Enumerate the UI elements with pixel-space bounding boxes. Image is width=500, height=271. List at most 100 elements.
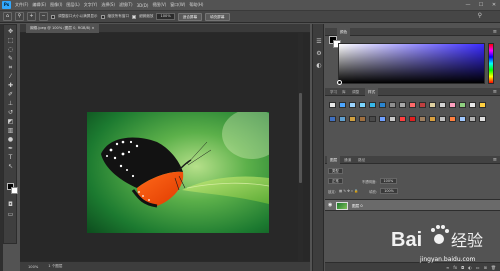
fit-screen-button[interactable]: 适合屏幕 [177, 12, 203, 21]
hue-slider[interactable] [488, 43, 494, 84]
layer-thumbnail[interactable] [336, 202, 348, 210]
search-icon[interactable]: ⚲ [478, 12, 482, 19]
tab-styles[interactable]: 样式 [365, 88, 379, 96]
menu-item-file[interactable]: 文件(F) [13, 2, 30, 8]
menu-item-edit[interactable]: 编辑(E) [30, 2, 48, 8]
quick-select-tool-icon[interactable]: ✎ [6, 54, 15, 63]
style-swatch[interactable] [409, 116, 416, 122]
style-swatch[interactable] [399, 102, 406, 108]
fill-field[interactable]: 100% [380, 188, 398, 194]
style-swatch[interactable] [419, 102, 426, 108]
layer-name[interactable]: 图层 0 [352, 202, 363, 210]
history-panel-icon[interactable]: ☰ [315, 38, 323, 46]
eyedropper-tool-icon[interactable]: ⁄ [6, 72, 15, 81]
style-swatch[interactable] [449, 116, 456, 122]
zoom-tool-icon[interactable]: ⚲ [15, 12, 24, 21]
layer-row[interactable]: ◉ 图层 0 [325, 199, 500, 211]
screen-mode-icon[interactable]: ▭ [6, 210, 15, 219]
style-swatch[interactable] [359, 116, 366, 122]
menu-item-help[interactable]: 帮助(H) [187, 2, 205, 8]
fill-screen-button[interactable]: 填充屏幕 [205, 12, 230, 21]
properties-panel-icon[interactable]: ⚙ [315, 50, 323, 58]
style-swatch[interactable] [369, 116, 376, 122]
style-swatch[interactable] [369, 102, 376, 108]
style-swatch[interactable] [349, 116, 356, 122]
menu-item-window[interactable]: 窗口(W) [168, 2, 187, 8]
color-picker-cursor[interactable] [337, 80, 342, 85]
style-swatch[interactable] [449, 102, 456, 108]
scrubby-zoom-checkbox[interactable] [132, 14, 137, 19]
zoom-out-icon[interactable]: − [39, 12, 48, 21]
lasso-tool-icon[interactable]: ◌ [6, 45, 15, 54]
status-zoom[interactable]: 100% [28, 265, 38, 269]
tab-color[interactable]: 颜色 [337, 28, 351, 36]
zoom-all-windows-checkbox[interactable] [100, 14, 105, 19]
blur-tool-icon[interactable]: ● [6, 135, 15, 144]
style-swatch[interactable] [339, 102, 346, 108]
layer-kind-filter[interactable]: 类型 [328, 168, 343, 174]
style-swatch[interactable] [469, 116, 476, 122]
tab-paths[interactable]: 路径 [355, 156, 368, 164]
eraser-tool-icon[interactable]: ◩ [6, 117, 15, 126]
menu-item-layer[interactable]: 图层(L) [64, 2, 81, 8]
style-swatch[interactable] [459, 116, 466, 122]
style-swatch[interactable] [439, 102, 446, 108]
pen-tool-icon[interactable]: ✒ [6, 144, 15, 153]
history-brush-icon[interactable]: ↺ [6, 108, 15, 117]
style-swatch[interactable] [389, 102, 396, 108]
color-picker-field[interactable] [337, 43, 485, 85]
style-swatch[interactable] [419, 116, 426, 122]
clone-stamp-icon[interactable]: ⊥ [6, 99, 15, 108]
style-swatch[interactable] [479, 116, 486, 122]
style-swatch[interactable] [339, 116, 346, 122]
zoom-in-icon[interactable]: + [27, 12, 36, 21]
menu-item-image[interactable]: 图像(I) [48, 2, 64, 8]
style-swatch[interactable] [349, 102, 356, 108]
styles-menu-icon[interactable]: ≡ [493, 88, 497, 96]
menu-item-filter[interactable]: 滤镜(T) [117, 2, 135, 8]
style-swatch[interactable] [469, 102, 476, 108]
tab-libraries[interactable]: 库 [339, 88, 349, 96]
vertical-scrollbar[interactable] [298, 33, 303, 261]
maximize-button[interactable]: ☐ [475, 0, 487, 10]
healing-brush-icon[interactable]: ✚ [6, 81, 15, 90]
crop-tool-icon[interactable]: ⌗ [6, 63, 15, 72]
background-color-swatch[interactable] [11, 187, 18, 194]
layers-menu-icon[interactable]: ≡ [493, 156, 497, 164]
canvas-image[interactable] [87, 112, 269, 233]
panel-menu-icon[interactable]: ≡ [493, 28, 497, 36]
gradient-tool-icon[interactable]: ▥ [6, 126, 15, 135]
tab-adjustments[interactable]: 调整 [349, 88, 362, 96]
document-tab[interactable]: 蝴蝶.jpeg @ 100% (图层 0, RGB/8) × [26, 24, 99, 33]
menu-item-type[interactable]: 文字(Y) [82, 2, 100, 8]
style-swatch[interactable] [409, 102, 416, 108]
marquee-tool-icon[interactable]: ⬚ [6, 36, 15, 45]
close-button[interactable]: ✕ [488, 0, 500, 10]
menu-item-3d[interactable]: 3D(D) [135, 3, 151, 8]
path-select-icon[interactable]: ↖ [6, 162, 15, 171]
scrollbar-thumb[interactable] [299, 93, 302, 183]
style-swatch[interactable] [479, 102, 486, 108]
style-swatch[interactable] [429, 116, 436, 122]
blend-mode-select[interactable]: 正常 [328, 178, 343, 184]
move-tool-icon[interactable]: ✥ [6, 27, 15, 36]
style-swatch[interactable] [329, 102, 336, 108]
resize-windows-checkbox[interactable] [51, 14, 55, 19]
eye-icon[interactable]: ◉ [328, 202, 332, 209]
style-swatch[interactable] [439, 116, 446, 122]
home-icon[interactable]: ⌂ [3, 12, 12, 21]
menu-item-view[interactable]: 视图(V) [150, 2, 168, 8]
tab-channels[interactable]: 通道 [341, 156, 354, 164]
style-swatch[interactable] [379, 102, 386, 108]
style-swatch[interactable] [389, 116, 396, 122]
zoom-value-field[interactable]: 100% [156, 13, 175, 20]
brush-tool-icon[interactable]: ✐ [6, 90, 15, 99]
menu-item-select[interactable]: 选择(S) [99, 2, 117, 8]
tab-layers[interactable]: 图层 [327, 156, 341, 164]
style-swatch[interactable] [399, 116, 406, 122]
style-swatch[interactable] [459, 102, 466, 108]
opacity-field[interactable]: 100% [379, 178, 398, 184]
adjust-panel-icon[interactable]: ◐ [315, 62, 323, 70]
minimize-button[interactable]: — [462, 0, 474, 10]
quick-mask-icon[interactable]: ◘ [6, 200, 15, 209]
